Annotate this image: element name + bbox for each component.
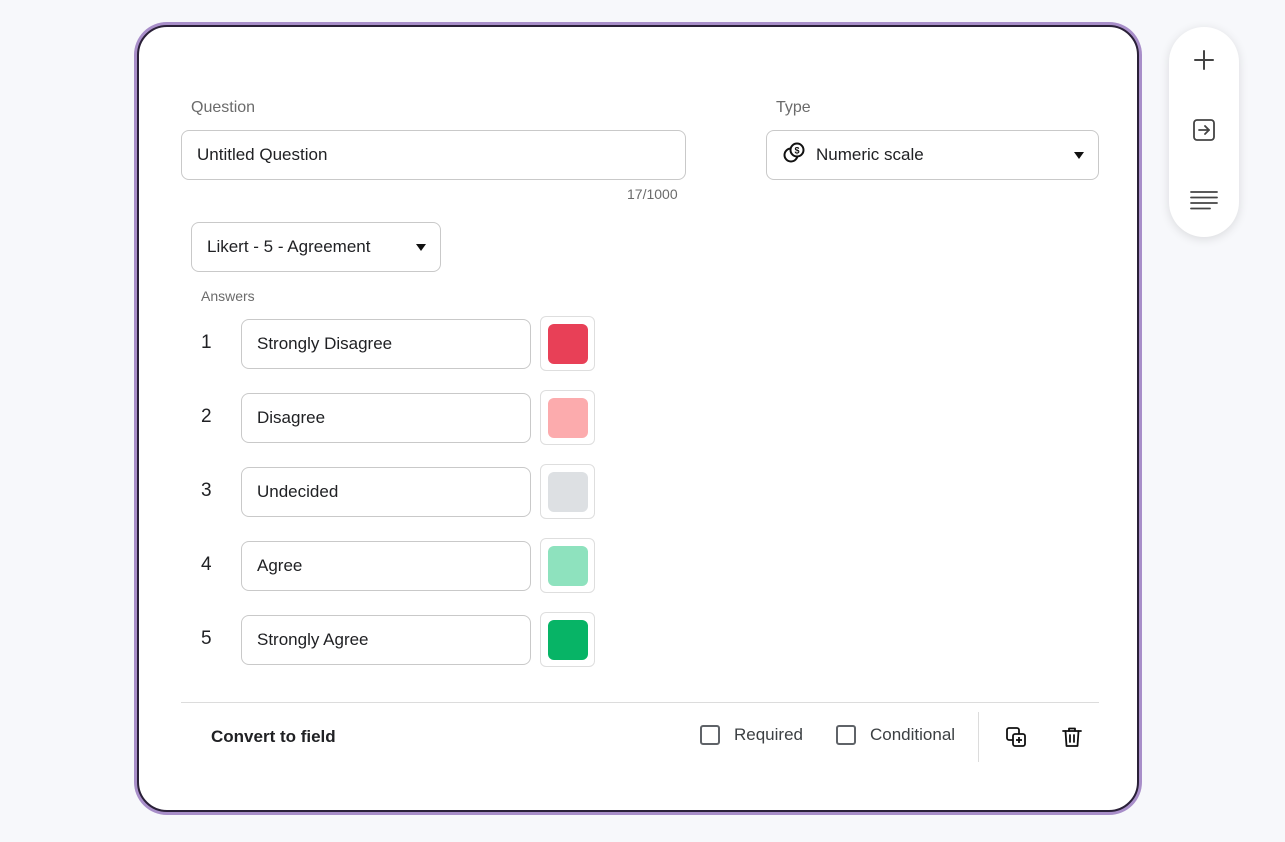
answer-row: 5	[191, 612, 611, 667]
text-paragraph-icon	[1190, 189, 1218, 216]
answer-input[interactable]	[241, 467, 531, 517]
answers-label: Answers	[201, 288, 255, 304]
side-toolbar	[1169, 27, 1239, 237]
required-checkbox[interactable]: Required	[700, 725, 803, 745]
type-select[interactable]: $ Numeric scale	[766, 130, 1099, 180]
answer-row: 1	[191, 316, 611, 371]
checkbox-box[interactable]	[700, 725, 720, 745]
color-swatch	[547, 545, 588, 586]
question-input[interactable]	[181, 130, 686, 180]
color-picker-button[interactable]	[540, 464, 595, 519]
color-swatch	[547, 619, 588, 660]
color-picker-button[interactable]	[540, 538, 595, 593]
answer-row: 3	[191, 464, 611, 519]
conditional-checkbox[interactable]: Conditional	[836, 725, 955, 745]
import-icon	[1192, 118, 1216, 147]
answer-number: 1	[201, 332, 212, 353]
answer-number: 4	[201, 554, 212, 575]
answer-input[interactable]	[241, 541, 531, 591]
conditional-label: Conditional	[870, 725, 956, 744]
required-label: Required	[734, 725, 803, 744]
chevron-down-icon	[1074, 151, 1084, 159]
answer-number: 5	[201, 628, 212, 649]
convert-to-field-button[interactable]: Convert to field	[211, 727, 336, 747]
answer-number: 3	[201, 480, 212, 501]
question-label: Question	[191, 99, 256, 116]
svg-text:$: $	[794, 145, 799, 155]
question-card: Question 17/1000 Type $ Numeric scale Li…	[137, 25, 1139, 812]
trash-icon	[1061, 726, 1083, 753]
scale-preset-value: Likert - 5 - Agreement	[207, 237, 371, 256]
scale-preset-select[interactable]: Likert - 5 - Agreement	[191, 222, 441, 272]
answer-input[interactable]	[241, 319, 531, 369]
numeric-scale-icon: $	[783, 142, 805, 169]
color-picker-button[interactable]	[540, 316, 595, 371]
answer-number: 2	[201, 406, 212, 427]
color-picker-button[interactable]	[540, 612, 595, 667]
plus-icon	[1193, 49, 1215, 76]
import-button[interactable]	[1188, 116, 1220, 148]
delete-button[interactable]	[1056, 723, 1088, 755]
answer-row: 4	[191, 538, 611, 593]
add-question-button[interactable]	[1188, 46, 1220, 78]
color-swatch	[547, 397, 588, 438]
answer-input[interactable]	[241, 393, 531, 443]
chevron-down-icon	[416, 243, 426, 251]
type-select-value: Numeric scale	[816, 145, 924, 164]
add-text-button[interactable]	[1188, 186, 1220, 218]
type-label: Type	[776, 99, 811, 116]
color-swatch	[547, 471, 588, 512]
character-counter: 17/1000	[627, 186, 678, 202]
color-picker-button[interactable]	[540, 390, 595, 445]
color-swatch	[547, 323, 588, 364]
footer-vertical-divider	[978, 712, 979, 762]
footer-divider	[181, 702, 1099, 703]
answer-row: 2	[191, 390, 611, 445]
checkbox-box[interactable]	[836, 725, 856, 745]
duplicate-icon	[1005, 726, 1027, 753]
duplicate-button[interactable]	[1000, 723, 1032, 755]
answer-input[interactable]	[241, 615, 531, 665]
